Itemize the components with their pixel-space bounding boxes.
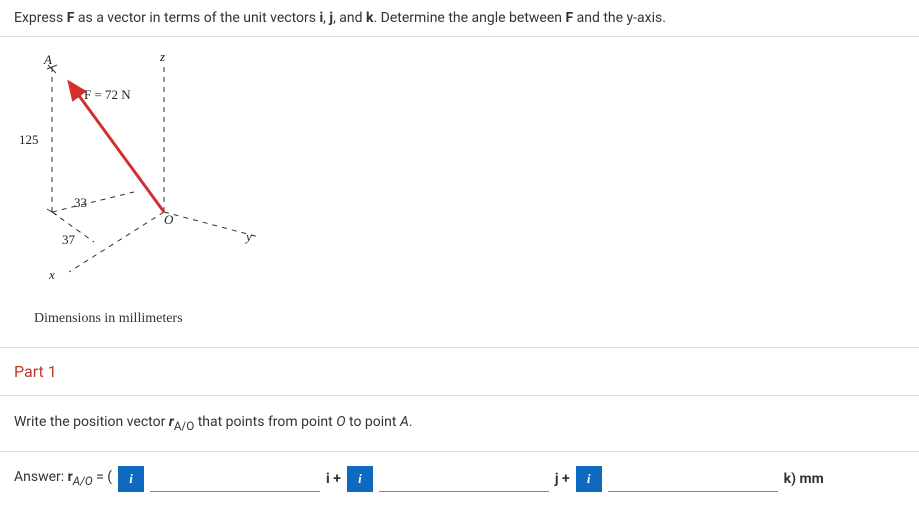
j-plus-label: j + (555, 471, 570, 487)
i-component-input[interactable] (150, 466, 320, 492)
k-unit-label: k) mm (784, 471, 824, 487)
p1-O: O (336, 414, 345, 430)
q-F2: F (565, 10, 573, 26)
k-component-input[interactable] (608, 466, 778, 492)
diagram-svg (14, 47, 274, 287)
i-plus-label: i + (326, 471, 341, 487)
part-1-header: Part 1 (0, 347, 919, 396)
diagram-section: A F = 72 N 125 33 37 z y x O Dimensions … (0, 36, 919, 347)
q-k: k (366, 10, 373, 26)
vector-diagram: A F = 72 N 125 33 37 z y x O (14, 47, 274, 307)
point-A-label: A (44, 52, 52, 68)
p1-mid: that points from point (194, 414, 336, 430)
q-prefix: Express (14, 10, 67, 26)
axis-x-label: x (49, 267, 55, 283)
ans-lbl: Answer: (14, 469, 68, 485)
i-plus-text: i + (326, 471, 341, 487)
p1-A: A (400, 414, 409, 430)
axis-y-label: y (246, 229, 252, 245)
ans-eq: = ( (93, 469, 112, 485)
answer-row: Answer: rA/O = ( i i + i j + i k) mm (0, 452, 919, 506)
q-mid2: , and (333, 10, 366, 26)
dim-33-label: 33 (74, 195, 87, 211)
j-plus-text: j + (555, 471, 570, 487)
axis-z-label: z (160, 49, 165, 65)
dim-z-label: 125 (19, 132, 39, 148)
info-icon[interactable]: i (347, 466, 373, 492)
part-1-prompt: Write the position vector rA/O that poin… (0, 396, 919, 452)
answer-prefix: Answer: rA/O = ( (14, 469, 112, 488)
j-component-input[interactable] (379, 466, 549, 492)
info-icon[interactable]: i (118, 466, 144, 492)
p1-r-sub: A/O (174, 419, 194, 433)
q-mid1: as a vector in terms of the unit vectors (74, 10, 319, 26)
origin-label: O (164, 212, 173, 228)
k-unit-text: k) mm (784, 471, 824, 487)
q-suffix: and the y-axis. (573, 10, 666, 26)
info-icon[interactable]: i (576, 466, 602, 492)
ans-r-sub: A/O (73, 474, 93, 488)
p1-mid2: to point (346, 414, 400, 430)
diagram-caption: Dimensions in millimeters (14, 311, 905, 327)
question-text: Express F as a vector in terms of the un… (0, 0, 919, 36)
p1-suffix: . (409, 414, 413, 430)
force-magnitude-label: F = 72 N (84, 87, 131, 103)
p1-prefix: Write the position vector (14, 414, 169, 430)
q-mid3: . Determine the angle between (374, 10, 566, 26)
dim-37-label: 37 (62, 232, 75, 248)
